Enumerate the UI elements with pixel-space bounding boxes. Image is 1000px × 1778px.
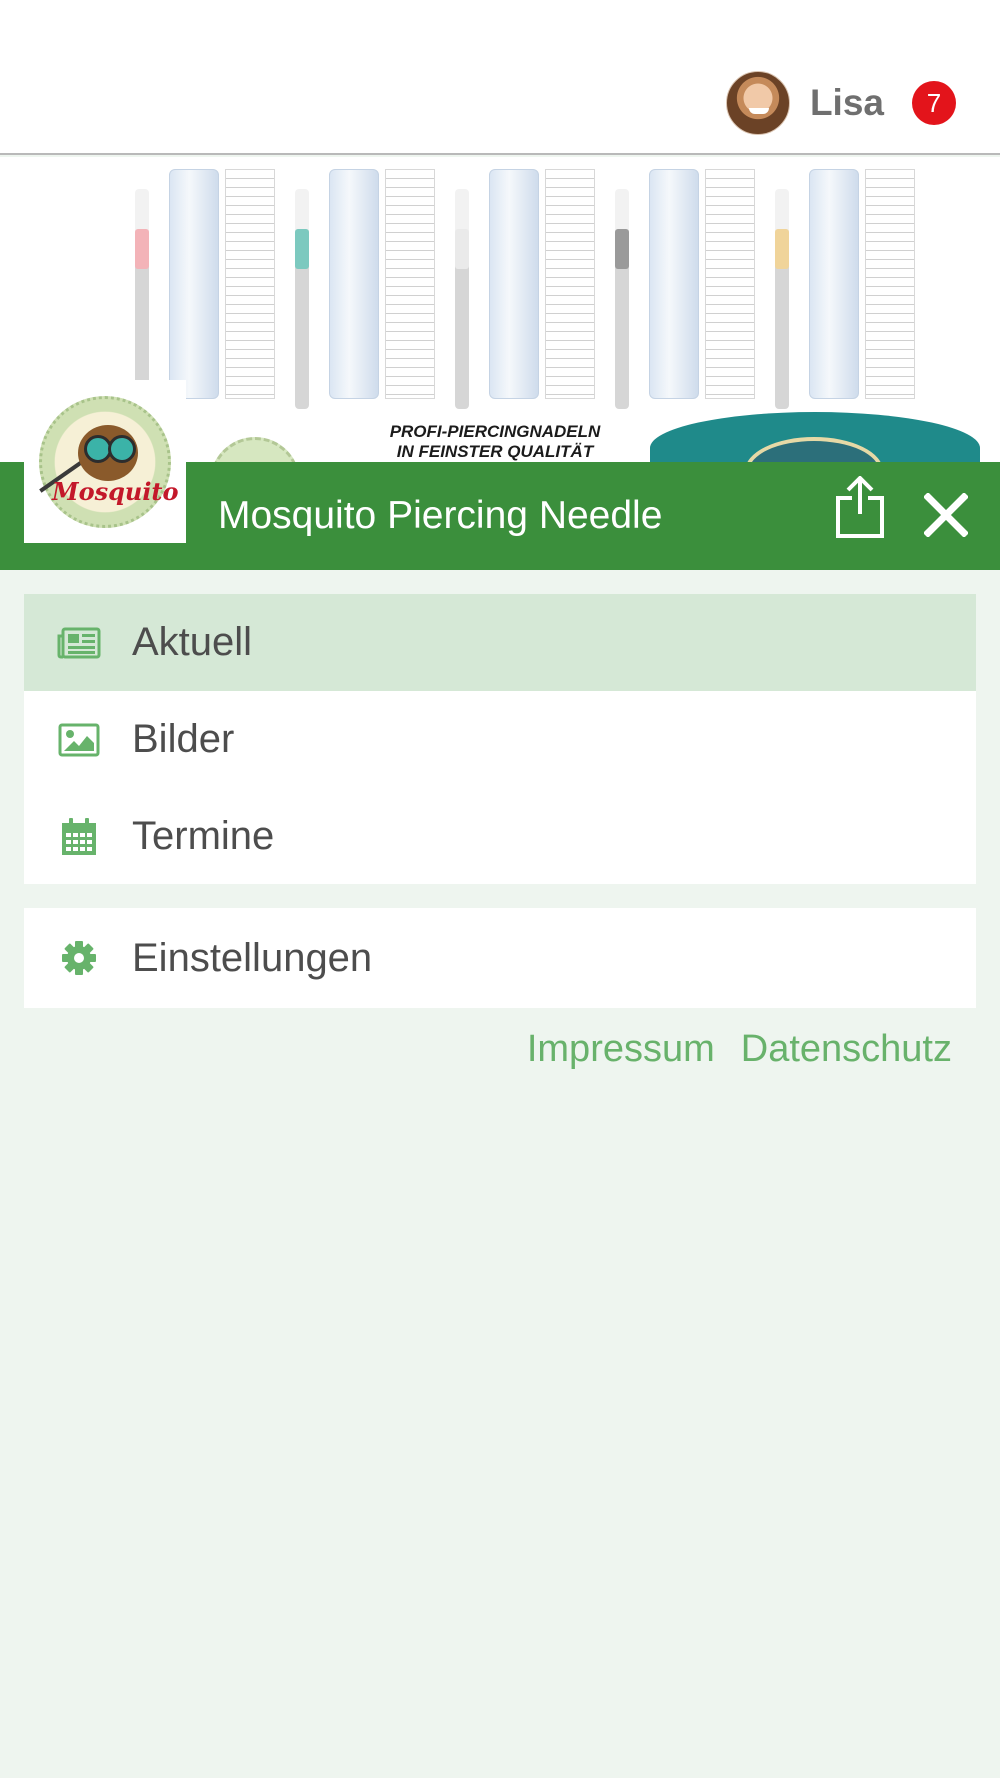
menu-label-aktuell: Aktuell	[132, 620, 253, 664]
user-avatar[interactable]	[725, 71, 790, 135]
newspaper-icon	[56, 620, 102, 666]
menu-item-bilder[interactable]: Bilder	[24, 691, 976, 788]
logo-wordmark: Mosquito	[52, 476, 179, 506]
datenschutz-link[interactable]: Datenschutz	[741, 1028, 952, 1071]
page-title: Mosquito Piercing Needle	[218, 494, 663, 537]
logo-mascot	[78, 424, 138, 481]
settings-menu: Einstellungen	[24, 908, 976, 1008]
menu-label-bilder: Bilder	[132, 717, 235, 761]
top-bar: Lisa 7	[0, 0, 1000, 155]
menu-item-aktuell[interactable]: Aktuell	[24, 594, 976, 691]
banner-display-mat	[650, 412, 980, 462]
menu-item-termine[interactable]: Termine	[24, 788, 976, 885]
logo-seal: Mosquito	[39, 395, 179, 528]
close-button[interactable]	[916, 480, 976, 550]
menu-item-einstellungen[interactable]: Einstellungen	[24, 908, 976, 1008]
banner-seal-logo	[210, 437, 300, 462]
calendar-icon	[56, 814, 102, 860]
close-icon	[924, 493, 968, 537]
footer-links: Impressum Datenschutz	[527, 1028, 952, 1071]
share-button[interactable]	[830, 472, 890, 542]
menu-label-termine: Termine	[132, 814, 275, 858]
user-profile[interactable]: Lisa 7	[725, 70, 956, 136]
notification-badge[interactable]: 7	[912, 81, 956, 125]
share-icon	[836, 476, 884, 538]
banner-tagline: PROFI-PIERCINGNADELN IN FEINSTER QUALITÄ…	[389, 422, 601, 461]
mosquito-logo: Mosquito	[24, 380, 186, 543]
navigation-menu: Aktuell Bilder Termine	[24, 594, 976, 884]
gear-icon	[56, 935, 102, 981]
image-icon	[56, 717, 102, 763]
impressum-link[interactable]: Impressum	[527, 1028, 715, 1071]
menu-label-einstellungen: Einstellungen	[132, 935, 373, 980]
user-name[interactable]: Lisa	[810, 82, 884, 124]
